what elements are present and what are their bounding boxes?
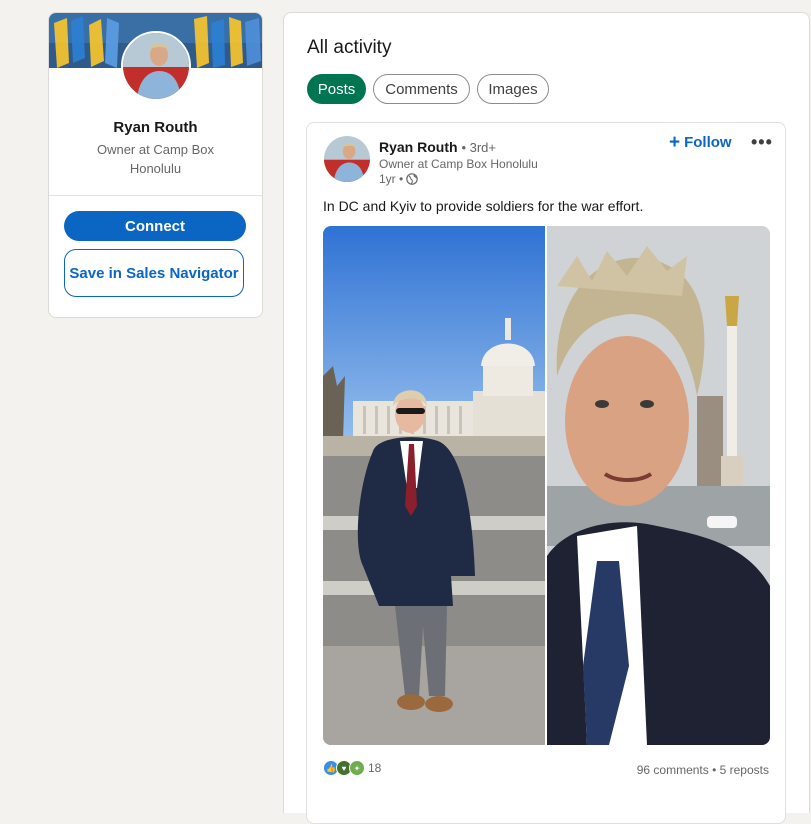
post-stats: 96 comments • 5 reposts [637,763,769,777]
globe-icon [406,173,419,185]
reactions-summary[interactable]: 👍 ♥ ✦ 18 [323,760,381,776]
celebrate-icon: ✦ [349,760,365,776]
tab-posts[interactable]: Posts [307,74,366,104]
profile-avatar[interactable] [121,31,191,101]
activity-card: All activity Posts Comments Images Ryan … [283,12,810,824]
plus-icon: + [669,131,681,153]
reposts-count[interactable]: • 5 reposts [712,763,769,777]
connection-degree: • 3rd+ [461,140,496,155]
tab-comments[interactable]: Comments [373,74,470,104]
follow-button[interactable]: + Follow [669,131,732,153]
profile-card: Ryan Routh Owner at Camp Box Honolulu Co… [48,12,263,318]
post-author-headline: Owner at Camp Box Honolulu [379,157,538,171]
post-author[interactable]: Ryan Routh • 3rd+ [379,139,496,155]
author-avatar[interactable] [324,136,370,182]
post-text: In DC and Kyiv to provide soldiers for t… [323,198,644,214]
post-timestamp: 1yr • [379,172,419,186]
post-image-capitol[interactable] [323,226,545,745]
profile-divider [49,195,262,196]
more-options-icon[interactable]: ••• [751,132,773,153]
profile-name: Ryan Routh [113,119,198,136]
post-author-name[interactable]: Ryan Routh [379,139,458,155]
post-image-kyiv-selfie[interactable] [547,226,770,745]
tab-images[interactable]: Images [477,74,549,104]
save-in-sales-navigator-button[interactable]: Save in Sales Navigator [64,249,244,297]
post-card: Ryan Routh • 3rd+ Owner at Camp Box Hono… [306,122,786,824]
comments-count[interactable]: 96 comments [637,763,709,777]
connect-button[interactable]: Connect [64,211,246,241]
page-title: All activity [307,37,392,58]
profile-headline: Owner at Camp Box Honolulu [96,142,215,176]
post-time-text: 1yr • [379,172,404,186]
reaction-count: 18 [368,761,382,775]
follow-label: Follow [684,134,732,151]
